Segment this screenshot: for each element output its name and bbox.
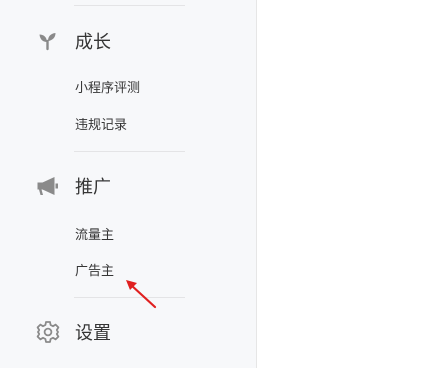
sidebar-section-growth[interactable]: 成长: [36, 26, 111, 56]
sidebar-nav: 成长 小程序评测 违规记录 推广 流量主 广告主 设置: [0, 0, 255, 368]
megaphone-icon: [36, 174, 60, 198]
gear-icon: [36, 320, 60, 344]
sidebar-section-label: 成长: [75, 32, 111, 53]
annotation-arrow-icon: [126, 280, 157, 309]
sidebar-item-violation-records[interactable]: 违规记录: [75, 117, 127, 135]
sidebar-section-label: 推广: [75, 177, 111, 198]
sidebar-item-advertiser[interactable]: 广告主: [75, 263, 114, 281]
sidebar-item-mini-program-review[interactable]: 小程序评测: [75, 80, 140, 98]
sidebar-section-label: 设置: [75, 323, 111, 344]
sidebar-section-settings[interactable]: 设置: [36, 317, 111, 347]
sidebar-section-promotion[interactable]: 推广: [36, 171, 111, 201]
section-divider: [74, 151, 185, 152]
section-divider: [74, 5, 185, 6]
sprout-icon: [36, 29, 60, 53]
sidebar-item-traffic-owner[interactable]: 流量主: [75, 227, 114, 245]
main-content-area: [256, 0, 422, 368]
